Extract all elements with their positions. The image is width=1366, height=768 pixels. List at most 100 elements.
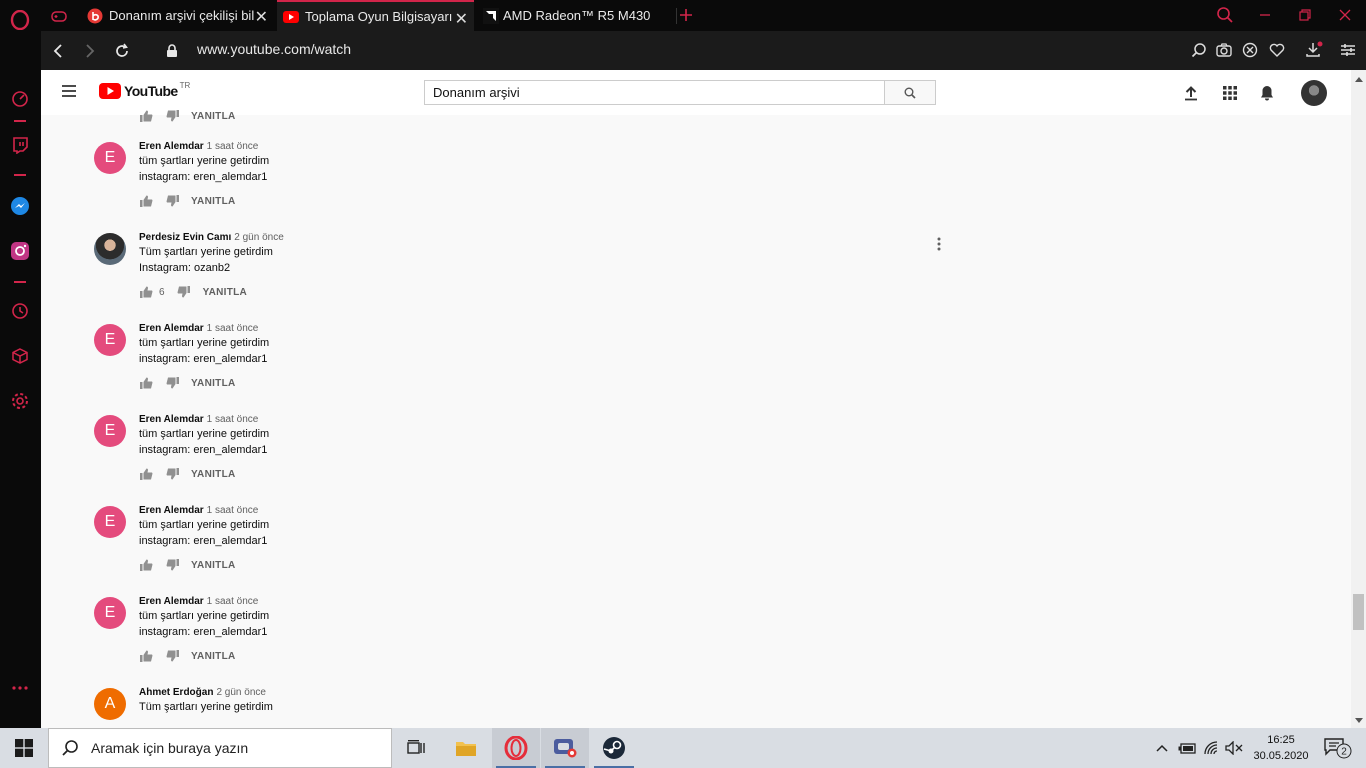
comment-avatar[interactable] <box>94 233 126 265</box>
comment-avatar[interactable]: A <box>94 688 126 720</box>
thumbs-down-icon[interactable] <box>165 194 179 208</box>
more-icon[interactable] <box>9 677 31 699</box>
comment-author[interactable]: Eren Alemdar <box>139 505 204 516</box>
hamburger-menu-icon[interactable] <box>61 84 77 103</box>
comment-time[interactable]: 1 saat önce <box>207 141 259 152</box>
comment-time[interactable]: 1 saat önce <box>207 323 259 334</box>
comment-time[interactable]: 1 saat önce <box>207 596 259 607</box>
settings-icon[interactable] <box>9 390 31 412</box>
tab-workspace[interactable] <box>45 0 75 31</box>
thumbs-up-icon[interactable] <box>139 558 153 572</box>
wifi-icon[interactable] <box>1202 738 1222 758</box>
tab-toplama[interactable]: Toplama Oyun Bilgisayarı H ✕ <box>277 0 474 31</box>
comment-author[interactable]: Eren Alemdar <box>139 414 204 425</box>
thumbs-up-icon[interactable] <box>139 649 153 663</box>
minimize-icon[interactable] <box>1255 5 1275 25</box>
reply-button[interactable]: YANITLA <box>191 469 236 480</box>
thumbs-up-icon[interactable] <box>139 285 153 299</box>
comment-time[interactable]: 2 gün önce <box>216 687 266 698</box>
back-icon[interactable] <box>47 40 69 62</box>
youtube-logo[interactable]: YouTube TR <box>99 81 190 99</box>
comment-author[interactable]: Ahmet Erdoğan <box>139 687 213 698</box>
new-tab-icon[interactable] <box>676 5 696 25</box>
close-window-icon[interactable] <box>1335 5 1355 25</box>
forward-icon[interactable] <box>79 40 101 62</box>
reply-button[interactable]: YANITLA <box>191 378 236 389</box>
reload-icon[interactable] <box>111 40 133 62</box>
thumbs-down-icon[interactable] <box>165 649 179 663</box>
scroll-up-icon[interactable] <box>1354 74 1363 83</box>
reply-button[interactable]: YANITLA <box>191 111 236 122</box>
thumbs-up-icon[interactable] <box>139 109 153 123</box>
comment-author[interactable]: Perdesiz Evin Camı <box>139 232 231 243</box>
account-avatar[interactable] <box>1301 80 1327 106</box>
thumbs-up-icon[interactable] <box>139 376 153 390</box>
adblock-icon[interactable] <box>1240 40 1260 60</box>
close-tab-icon[interactable]: ✕ <box>455 9 468 29</box>
apps-icon[interactable] <box>1219 82 1241 104</box>
history-icon[interactable] <box>9 300 31 322</box>
thumbs-down-icon[interactable] <box>165 558 179 572</box>
comment-time[interactable]: 1 saat önce <box>207 505 259 516</box>
thumbs-down-icon[interactable] <box>165 467 179 481</box>
task-view-icon[interactable] <box>392 728 440 768</box>
tab-amd[interactable]: AMD Radeon™ R5 M430 Pr <box>477 0 677 31</box>
page-search-icon[interactable] <box>1189 40 1209 60</box>
reply-button[interactable]: YANITLA <box>191 196 236 207</box>
lock-icon[interactable] <box>161 40 183 62</box>
url-field[interactable]: www.youtube.com/watch <box>197 41 351 57</box>
notifications-bell-icon[interactable] <box>1256 82 1278 104</box>
taskbar-clock[interactable]: 16:25 30.05.2020 <box>1246 732 1316 764</box>
steam-icon[interactable] <box>590 728 638 768</box>
extensions-icon[interactable] <box>9 345 31 367</box>
start-button[interactable] <box>0 728 48 768</box>
scroll-down-icon[interactable] <box>1354 716 1363 725</box>
snapshot-icon[interactable] <box>1214 40 1234 60</box>
comment-author[interactable]: Eren Alemdar <box>139 141 204 152</box>
comment-author[interactable]: Eren Alemdar <box>139 323 204 334</box>
scrollbar-thumb[interactable] <box>1353 594 1364 630</box>
easy-setup-icon[interactable] <box>1338 40 1358 60</box>
comment-avatar[interactable]: E <box>94 597 126 629</box>
twitch-icon[interactable] <box>9 134 31 156</box>
tab-donanim[interactable]: Donanım arşivi çekilişi bildi ✕ <box>81 0 274 31</box>
messenger-icon[interactable] <box>9 195 31 217</box>
youtube-play-icon <box>99 83 121 99</box>
close-tab-icon[interactable]: ✕ <box>255 7 268 27</box>
reply-button[interactable]: YANITLA <box>191 651 236 662</box>
comment-avatar[interactable]: E <box>94 415 126 447</box>
opera-menu-icon[interactable] <box>9 9 31 31</box>
comment-avatar[interactable]: E <box>94 506 126 538</box>
taskbar-search-box[interactable]: Aramak için buraya yazın <box>48 728 392 768</box>
thumbs-down-icon[interactable] <box>165 109 179 123</box>
more-actions-icon[interactable] <box>932 236 946 252</box>
comment-avatar[interactable]: E <box>94 324 126 356</box>
battery-icon[interactable] <box>1177 738 1197 758</box>
reply-button[interactable]: YANITLA <box>203 287 248 298</box>
search-input[interactable]: Donanım arşivi <box>424 80 885 105</box>
speed-dial-icon[interactable] <box>9 88 31 110</box>
file-explorer-icon[interactable] <box>442 728 490 768</box>
gx-game-icon[interactable] <box>541 728 589 768</box>
comment-avatar[interactable]: E <box>94 142 126 174</box>
instagram-icon[interactable] <box>9 240 31 262</box>
downloads-icon[interactable] <box>1304 40 1324 60</box>
show-hidden-icons-icon[interactable] <box>1152 738 1172 758</box>
search-button[interactable] <box>884 80 936 105</box>
opera-taskbar-icon[interactable] <box>492 728 540 768</box>
comment-author[interactable]: Eren Alemdar <box>139 596 204 607</box>
page-scrollbar[interactable] <box>1351 70 1366 728</box>
bookmark-heart-icon[interactable] <box>1267 40 1287 60</box>
comment-time[interactable]: 1 saat önce <box>207 414 259 425</box>
comment-time[interactable]: 2 gün önce <box>234 232 284 243</box>
thumbs-down-icon[interactable] <box>177 285 191 299</box>
thumbs-up-icon[interactable] <box>139 194 153 208</box>
tab-search-icon[interactable] <box>1215 5 1235 25</box>
thumbs-down-icon[interactable] <box>165 376 179 390</box>
upload-icon[interactable] <box>1180 82 1202 104</box>
action-center-icon[interactable]: 2 <box>1323 738 1353 759</box>
reply-button[interactable]: YANITLA <box>191 560 236 571</box>
volume-muted-icon[interactable] <box>1224 738 1244 758</box>
thumbs-up-icon[interactable] <box>139 467 153 481</box>
restore-icon[interactable] <box>1295 5 1315 25</box>
